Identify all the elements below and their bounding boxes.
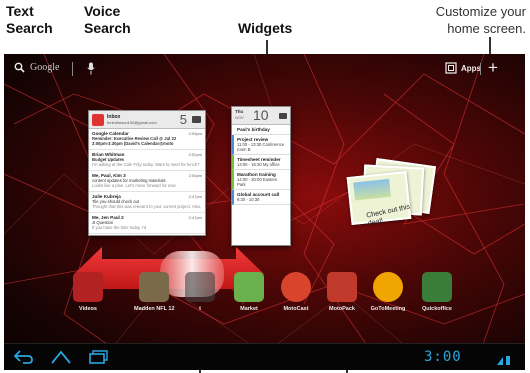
callout-voice-search-line1: Voice — [84, 3, 121, 19]
calendar-event[interactable]: Timesheet reminder 14:00 - 16:30 My offi… — [232, 155, 290, 170]
calendar-event[interactable]: Marathon training 14:00 - 20:00 Eastern … — [232, 170, 290, 190]
email-row[interactable]: Google Calendar 2:53pm Reminder: Executi… — [89, 129, 205, 150]
callout-widgets-label: Widgets — [238, 20, 293, 36]
event-detail: 14:00 - 20:00 Eastern Park — [237, 177, 278, 187]
app-shortcut-motopack[interactable]: MotoPack — [322, 272, 362, 312]
calendar-month: NOV — [235, 115, 244, 120]
apps-button[interactable]: Apps — [445, 62, 481, 74]
email-snippet: Looks like a plan. Let's move forward fo… — [92, 183, 176, 188]
app-shortcut-gotomeeting[interactable]: GoToMeeting — [368, 272, 408, 312]
app-label: Quickoffice — [422, 306, 452, 312]
recent-apps-icon[interactable] — [88, 349, 108, 365]
motorola-logo-icon — [327, 272, 357, 302]
gmail-widget[interactable]: Inbox funinthesun100@gmail.com 5 Google … — [88, 110, 206, 236]
email-row[interactable]: Me, Paul, Kim 3 2:50pm content updates f… — [89, 171, 205, 192]
callout-text-search: Text Search — [6, 3, 53, 37]
plus-icon: + — [488, 58, 498, 77]
market-bag-icon — [234, 272, 264, 302]
callout-customize: Customize your home screen. — [436, 3, 526, 37]
gmail-widget-header: Inbox funinthesun100@gmail.com 5 — [89, 111, 205, 129]
event-title: Paul's birthday — [237, 127, 270, 132]
photo-image — [353, 178, 391, 201]
add-to-home-button[interactable]: + — [488, 58, 498, 78]
app-label: Videos — [79, 306, 97, 312]
quickoffice-icon — [422, 272, 452, 302]
top-bar: Google Apps + — [4, 58, 525, 82]
app-icon — [185, 272, 215, 302]
app-shortcut-madden[interactable]: Madden NFL 12 — [134, 272, 175, 312]
callout-customize-line1: Customize your — [435, 4, 526, 19]
callout-text-search-line1: Text — [6, 3, 34, 19]
home-icon[interactable] — [50, 349, 72, 365]
callout-voice-search-line2: Search — [84, 20, 131, 36]
voice-search-button[interactable] — [87, 62, 95, 75]
calendar-day: Thu — [235, 109, 244, 114]
app-shortcut-market[interactable]: Market — [229, 272, 269, 312]
event-detail: 9:30 - 10:30 — [237, 197, 260, 202]
app-shortcut-motocast[interactable]: MotoCast — [276, 272, 316, 312]
search-icon — [14, 62, 25, 73]
gotomeeting-flower-icon — [373, 272, 403, 302]
app-label: t — [199, 306, 201, 312]
calendar-date: 10 — [253, 107, 269, 123]
apps-grid-icon — [445, 62, 457, 74]
calendar-event[interactable]: Global account call 9:30 - 10:30 — [232, 190, 290, 205]
calendar-event[interactable]: Paul's birthday — [232, 125, 290, 135]
email-time: 2:50pm — [188, 173, 202, 178]
videos-icon — [73, 272, 103, 302]
app-shortcut-hidden[interactable]: t — [180, 272, 220, 312]
google-label: Google — [30, 62, 60, 73]
madden-icon — [139, 272, 169, 302]
google-search-button[interactable]: Google — [14, 62, 59, 73]
callout-customize-line2: home screen. — [447, 21, 526, 36]
app-label: Madden NFL 12 — [134, 306, 175, 312]
calendar-widget-header: Thu NOV 10 — [232, 107, 290, 125]
callout-widgets: Widgets — [238, 20, 292, 37]
email-row[interactable]: Me, Jen Paul 2 2:47pm JI Question If you… — [89, 213, 205, 234]
callout-voice-search: Voice Search — [84, 3, 131, 37]
email-row[interactable]: Brian Whitman 2:52pm Budget Updates I'm … — [89, 150, 205, 171]
app-shortcut-videos[interactable]: Videos — [68, 272, 108, 312]
app-label: MotoCast — [283, 306, 309, 312]
app-label: MotoPack — [329, 306, 355, 312]
app-label: GoToMeeting — [370, 306, 406, 312]
apps-label: Apps — [461, 63, 481, 73]
email-row[interactable]: Julie Kubreja 2:47pm Tile you should che… — [89, 192, 205, 213]
calendar-widget[interactable]: Thu NOV 10 Paul's birthday Project revie… — [231, 106, 291, 246]
gmail-icon — [92, 114, 104, 126]
compose-icon[interactable] — [192, 116, 201, 123]
email-snippet: I'm asking at the Cafe Frity today. Want… — [92, 162, 200, 167]
email-time: 2:47pm — [188, 215, 202, 220]
divider — [72, 62, 73, 76]
calendar-event[interactable]: Project review 11:00 - 13:30 Conference … — [232, 135, 290, 155]
back-icon[interactable] — [14, 349, 34, 365]
event-detail: 11:00 - 13:30 Conference room B — [237, 142, 285, 152]
email-snippet: If you have the time today, I'd — [92, 225, 147, 230]
email-snippet: Thought that this was relevant to your c… — [92, 204, 202, 209]
motocast-icon — [281, 272, 311, 302]
system-navigation-bar: 3:00 — [4, 343, 525, 370]
microphone-icon — [87, 62, 95, 75]
photo-stack-widget[interactable]: Check out this deal! — [346, 158, 437, 232]
home-screen: Google Apps + Inbox funinthesun100@gmail… — [4, 54, 525, 370]
signal-battery-icon[interactable] — [497, 352, 511, 368]
app-shortcut-quickoffice[interactable]: Quickoffice — [417, 272, 457, 312]
app-label: Market — [240, 306, 258, 312]
callout-text-search-line2: Search — [6, 20, 53, 36]
email-snippet: 3:00pm-3:30pm (David's Calendar@moto — [92, 141, 174, 146]
event-detail: 14:00 - 16:30 My office — [237, 162, 280, 167]
gmail-unread-count: 5 — [179, 112, 187, 127]
email-time: 2:52pm — [188, 152, 202, 157]
divider — [480, 63, 481, 75]
gmail-account: funinthesun100@gmail.com — [107, 120, 157, 125]
status-clock[interactable]: 3:00 — [424, 349, 462, 365]
email-time: 2:47pm — [188, 194, 202, 199]
email-time: 2:53pm — [188, 131, 202, 136]
new-event-icon[interactable] — [279, 113, 287, 119]
